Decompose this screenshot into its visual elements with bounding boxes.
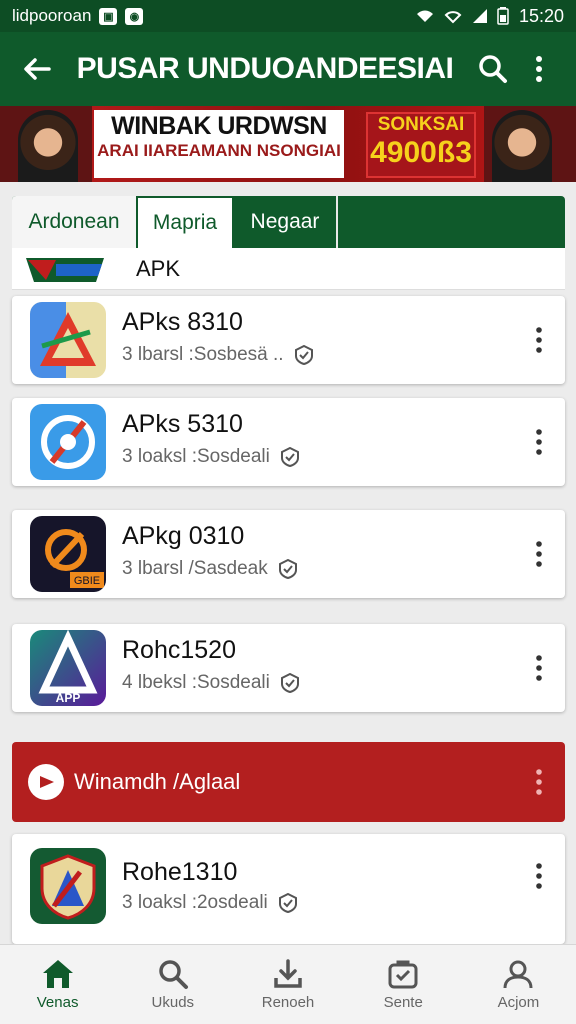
category-tabs: Ardonean Mapria Negaar xyxy=(12,196,565,248)
more-vertical-icon xyxy=(536,429,542,455)
more-vertical-icon xyxy=(536,655,542,681)
account-icon xyxy=(503,960,533,989)
triangle-app-icon xyxy=(30,302,106,378)
app-meta-text: 3 loaksl :Sosdeali xyxy=(122,446,270,467)
app-name: APks 8310 xyxy=(122,308,243,336)
svg-text:APP: APP xyxy=(56,691,81,705)
app-name: Rohc1520 xyxy=(122,636,236,664)
app-list-item[interactable]: APks 5310 3 loaksl :Sosdeali xyxy=(12,398,565,486)
nav-label: Venas xyxy=(36,994,79,1011)
promo-label: Winamdh /Aglaal xyxy=(74,769,241,794)
status-bar: lidpooroan ▣ ◉ 15:20 xyxy=(0,0,576,32)
update-icon xyxy=(388,960,418,989)
more-vertical-icon xyxy=(536,541,542,567)
promo-banner[interactable]: WINBAK URDWSN ARAI IIAREAMANN NSONGIAI S… xyxy=(0,106,576,182)
app-name: APkg 0310 xyxy=(122,522,245,550)
banner-text-box: WINBAK URDWSN ARAI IIAREAMANN NSONGIAI xyxy=(94,110,344,178)
purple-apk-icon: APP xyxy=(30,630,106,706)
arrow-left-icon xyxy=(24,58,51,80)
search-button[interactable] xyxy=(470,46,516,92)
wifi-icon xyxy=(416,10,433,22)
app-meta-text: 3 lbarsl :Sosbesä .. xyxy=(122,344,284,365)
apk-badge-icon xyxy=(26,257,104,282)
battery-icon xyxy=(497,7,509,25)
search-icon xyxy=(159,960,188,989)
photo-notification-icon: ▣ xyxy=(99,7,118,25)
page-title: PUSAR UNDUOANDEESIAI xyxy=(76,52,454,85)
app-meta: 4 lbeksl :Sosdeali xyxy=(122,672,300,694)
app-bar: PUSAR UNDUOANDEESIAI xyxy=(0,32,576,106)
shopping-notification-icon: ◉ xyxy=(125,7,144,25)
wifi-signal-icon xyxy=(444,11,462,24)
more-vertical-icon xyxy=(536,769,542,795)
download-icon xyxy=(274,959,302,988)
verified-icon xyxy=(294,345,313,365)
nav-item-account[interactable]: Acjom xyxy=(461,945,576,1024)
promo-overflow-button[interactable] xyxy=(527,760,551,804)
verified-icon xyxy=(280,447,299,467)
search-icon xyxy=(479,55,507,83)
nav-item-home[interactable]: Venas xyxy=(0,945,115,1024)
tab-ardonean[interactable]: Ardonean xyxy=(12,196,136,248)
carrier-label: lidpooroan xyxy=(12,6,92,25)
play-icon xyxy=(28,764,64,800)
orange-game-icon: GBIE xyxy=(30,516,106,592)
nav-label: Acjom xyxy=(497,994,540,1011)
back-button[interactable] xyxy=(14,46,60,92)
more-vertical-icon xyxy=(536,863,542,889)
app-meta: 3 loaksl :2osdeali xyxy=(122,892,298,914)
banner-headline: WINBAK URDWSN xyxy=(111,112,327,140)
nav-label: Renoeh xyxy=(261,994,315,1011)
shield-app-icon xyxy=(30,848,106,924)
more-vertical-icon xyxy=(536,327,542,353)
nav-item-downloads[interactable]: Renoeh xyxy=(230,945,345,1024)
svg-text:GBIE: GBIE xyxy=(74,575,100,587)
clock: 15:20 xyxy=(518,5,564,26)
app-meta-text: 3 loaksl :2osdeali xyxy=(122,892,268,913)
app-meta: 3 lbarsl :Sosbesä .. xyxy=(122,344,314,366)
item-overflow-button[interactable] xyxy=(527,854,551,898)
compass-app-icon xyxy=(30,404,106,480)
app-list-item[interactable]: GBIE APkg 0310 3 lbarsl /Sasdeak xyxy=(12,510,565,598)
app-list-item[interactable]: Rohe1310 3 loaksl :2osdeali xyxy=(12,834,565,944)
cell-signal-icon xyxy=(472,9,487,23)
app-meta-text: 3 lbarsl /Sasdeak xyxy=(122,558,268,579)
nav-item-updates[interactable]: Sente xyxy=(346,945,461,1024)
app-name: APks 5310 xyxy=(122,410,243,438)
bottom-navigation: Venas Ukuds Renoeh Sente Acjom xyxy=(0,944,576,1024)
nav-label: Sente xyxy=(383,994,423,1011)
banner-subline: ARAI IIAREAMANN NSONGIAI xyxy=(97,141,341,160)
tab-mapria[interactable]: Mapria xyxy=(136,196,234,248)
item-overflow-button[interactable] xyxy=(527,532,551,576)
app-name: Rohe1310 xyxy=(122,858,238,886)
app-list-item[interactable]: APP Rohc1520 4 lbeksl :Sosdeali xyxy=(12,624,565,712)
promo-row[interactable]: Winamdh /Aglaal xyxy=(12,742,565,822)
verified-icon xyxy=(280,673,299,693)
nav-label: Ukuds xyxy=(151,994,195,1011)
nav-item-search[interactable]: Ukuds xyxy=(115,945,230,1024)
category-header: APK xyxy=(12,248,565,290)
banner-promo-label: SONKSAI xyxy=(377,114,465,135)
banner-person-right xyxy=(492,110,552,182)
verified-icon xyxy=(278,559,297,579)
category-label: APK xyxy=(136,255,181,281)
app-meta: 3 lbarsl /Sasdeak xyxy=(122,558,298,580)
app-list-item[interactable]: APks 8310 3 lbarsl :Sosbesä .. xyxy=(12,296,565,384)
overflow-menu-button[interactable] xyxy=(516,46,562,92)
item-overflow-button[interactable] xyxy=(527,646,551,690)
app-meta-text: 4 lbeksl :Sosdeali xyxy=(122,672,270,693)
banner-person-left xyxy=(18,110,78,182)
item-overflow-button[interactable] xyxy=(527,318,551,362)
banner-promo: SONKSAI 4900ß3 xyxy=(366,112,476,178)
verified-icon xyxy=(278,893,297,913)
home-icon xyxy=(42,960,73,988)
more-vertical-icon xyxy=(536,56,542,82)
tab-negaar[interactable]: Negaar xyxy=(234,196,338,248)
app-meta: 3 loaksl :Sosdeali xyxy=(122,446,300,468)
item-overflow-button[interactable] xyxy=(527,420,551,464)
banner-promo-value: 4900ß3 xyxy=(370,136,472,169)
